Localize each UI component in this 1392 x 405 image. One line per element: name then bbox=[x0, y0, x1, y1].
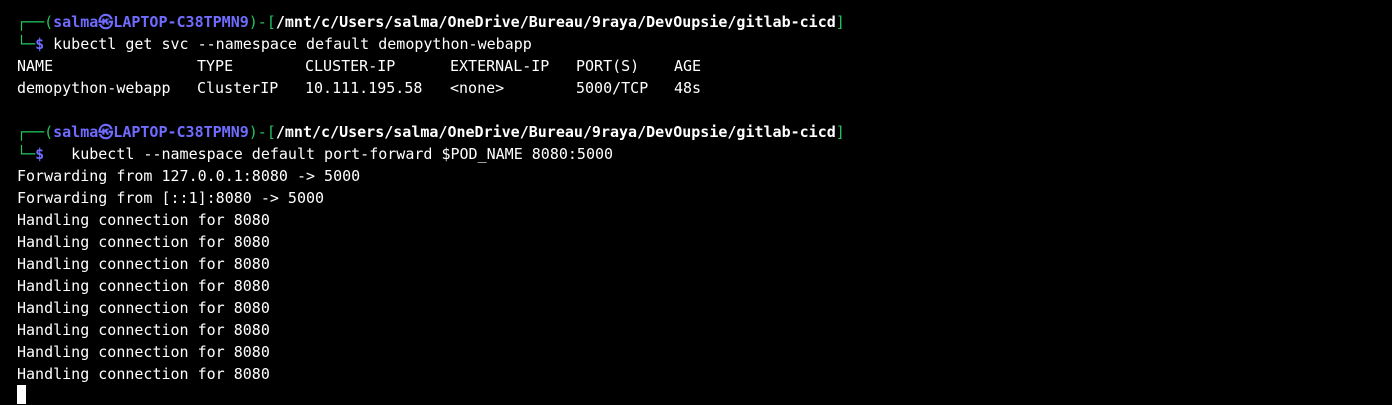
terminal-cursor[interactable] bbox=[17, 385, 26, 404]
output-line: Handling connection for 8080 bbox=[17, 365, 270, 383]
table-cell-external-ip: <none> bbox=[450, 79, 505, 97]
table-header-name: NAME bbox=[17, 57, 54, 75]
kali-at-icon: ㉿ bbox=[98, 13, 114, 31]
prompt-header-line: ┌──(salma㉿LAPTOP-C38TPMN9)-[/mnt/c/Users… bbox=[17, 11, 1392, 33]
table-header-cluster-ip: CLUSTER-IP bbox=[305, 57, 396, 75]
output-line: Forwarding from [::1]:8080 -> 5000 bbox=[17, 189, 325, 207]
table-header-type: TYPE bbox=[197, 57, 234, 75]
prompt-box-bottom: └─ bbox=[17, 145, 36, 163]
output-line: Handling connection for 8080 bbox=[17, 255, 270, 273]
table-row: demopython-webapp ClusterIP 10.111.195.5… bbox=[17, 77, 1392, 99]
prompt-path: /mnt/c/Users/salma/OneDrive/Bureau/9raya… bbox=[275, 123, 836, 141]
command-text: kubectl --namespace default port-forward… bbox=[44, 145, 614, 163]
prompt-header-line: ┌──(salma㉿LAPTOP-C38TPMN9)-[/mnt/c/Users… bbox=[17, 121, 1392, 143]
output-line: Handling connection for 8080 bbox=[17, 277, 270, 295]
command-line: └─$ kubectl --namespace default port-for… bbox=[17, 143, 1392, 165]
table-cell-ports: 5000/TCP bbox=[576, 79, 649, 97]
command-line: └─$ kubectl get svc --namespace default … bbox=[17, 33, 1392, 55]
prompt-box-top: ┌──( bbox=[17, 13, 54, 31]
kali-at-icon: ㉿ bbox=[98, 123, 114, 141]
prompt-box-top: ┌──( bbox=[17, 123, 54, 141]
table-cell-name: demopython-webapp bbox=[17, 79, 171, 97]
prompt-host: LAPTOP-C38TPMN9 bbox=[113, 123, 249, 141]
output-line: Handling connection for 8080 bbox=[17, 299, 270, 317]
prompt-close-bracket: ] bbox=[835, 123, 845, 141]
table-cell-age: 48s bbox=[674, 79, 702, 97]
output-line: Handling connection for 8080 bbox=[17, 343, 270, 361]
prompt-close-bracket: ] bbox=[835, 13, 845, 31]
prompt-user: salma bbox=[53, 13, 99, 31]
prompt-path: /mnt/c/Users/salma/OneDrive/Bureau/9raya… bbox=[275, 13, 836, 31]
table-header-row: NAME TYPE CLUSTER-IP EXTERNAL-IP PORT(S)… bbox=[17, 55, 1392, 77]
prompt-dollar: $ bbox=[35, 35, 45, 53]
prompt-dollar: $ bbox=[35, 145, 45, 163]
output-line: Handling connection for 8080 bbox=[17, 211, 270, 229]
output-line: Handling connection for 8080 bbox=[17, 321, 270, 339]
table-cell-type: ClusterIP bbox=[197, 79, 279, 97]
terminal-window[interactable]: ┌──(salma㉿LAPTOP-C38TPMN9)-[/mnt/c/Users… bbox=[0, 0, 1392, 405]
prompt-user: salma bbox=[53, 123, 99, 141]
table-header-ports: PORT(S) bbox=[576, 57, 640, 75]
table-cell-cluster-ip: 10.111.195.58 bbox=[305, 79, 423, 97]
prompt-box-bottom: └─ bbox=[17, 35, 36, 53]
table-header-age: AGE bbox=[674, 57, 702, 75]
table-header-external-ip: EXTERNAL-IP bbox=[450, 57, 550, 75]
prompt-host: LAPTOP-C38TPMN9 bbox=[113, 13, 249, 31]
prompt-close-paren: )-[ bbox=[248, 123, 276, 141]
command-text: kubectl get svc --namespace default demo… bbox=[44, 35, 532, 53]
output-line: Forwarding from 127.0.0.1:8080 -> 5000 bbox=[17, 167, 361, 185]
prompt-close-paren: )-[ bbox=[248, 13, 276, 31]
output-line: Handling connection for 8080 bbox=[17, 233, 270, 251]
